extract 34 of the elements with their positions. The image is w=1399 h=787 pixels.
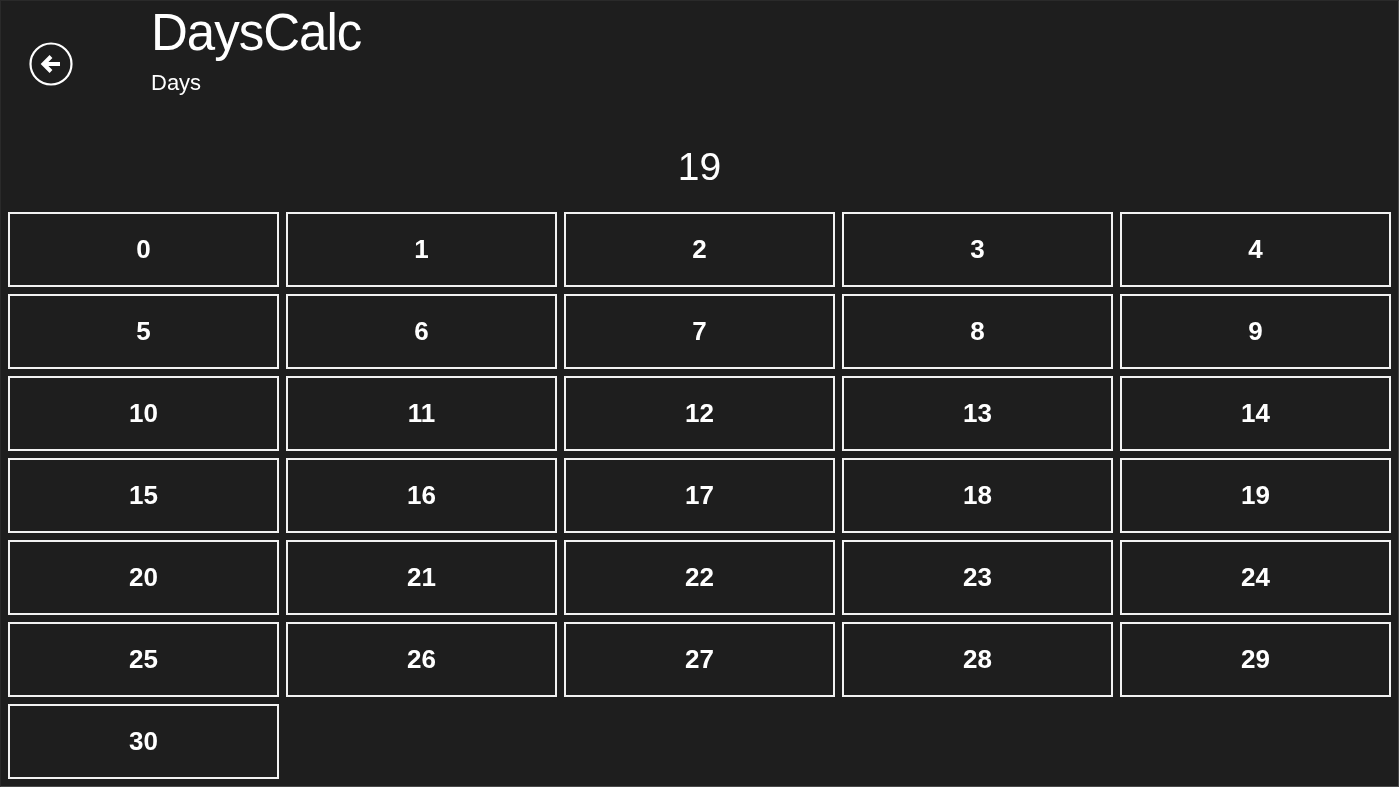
day-button[interactable]: 7: [564, 294, 835, 369]
day-button[interactable]: 4: [1120, 212, 1391, 287]
day-button[interactable]: 19: [1120, 458, 1391, 533]
day-button[interactable]: 15: [8, 458, 279, 533]
page-subtitle: Days: [151, 72, 202, 94]
day-button[interactable]: 22: [564, 540, 835, 615]
day-button[interactable]: 18: [842, 458, 1113, 533]
day-button[interactable]: 9: [1120, 294, 1391, 369]
day-button[interactable]: 24: [1120, 540, 1391, 615]
day-button[interactable]: 6: [286, 294, 557, 369]
day-button[interactable]: 21: [286, 540, 557, 615]
day-button[interactable]: 12: [564, 376, 835, 451]
day-count-display: 19: [677, 147, 722, 187]
day-button[interactable]: 13: [842, 376, 1113, 451]
day-button[interactable]: 30: [8, 704, 279, 779]
day-button[interactable]: 29: [1120, 622, 1391, 697]
day-button[interactable]: 3: [842, 212, 1113, 287]
day-button[interactable]: 25: [8, 622, 279, 697]
day-button[interactable]: 23: [842, 540, 1113, 615]
day-button[interactable]: 5: [8, 294, 279, 369]
back-button[interactable]: [29, 42, 73, 86]
day-button[interactable]: 1: [286, 212, 557, 287]
day-button[interactable]: 16: [286, 458, 557, 533]
day-button[interactable]: 11: [286, 376, 557, 451]
day-button[interactable]: 17: [564, 458, 835, 533]
day-button[interactable]: 14: [1120, 376, 1391, 451]
day-button[interactable]: 10: [8, 376, 279, 451]
day-button[interactable]: 20: [8, 540, 279, 615]
day-button[interactable]: 26: [286, 622, 557, 697]
day-button[interactable]: 28: [842, 622, 1113, 697]
day-button[interactable]: 2: [564, 212, 835, 287]
day-button[interactable]: 0: [8, 212, 279, 287]
day-button[interactable]: 27: [564, 622, 835, 697]
day-button[interactable]: 8: [842, 294, 1113, 369]
